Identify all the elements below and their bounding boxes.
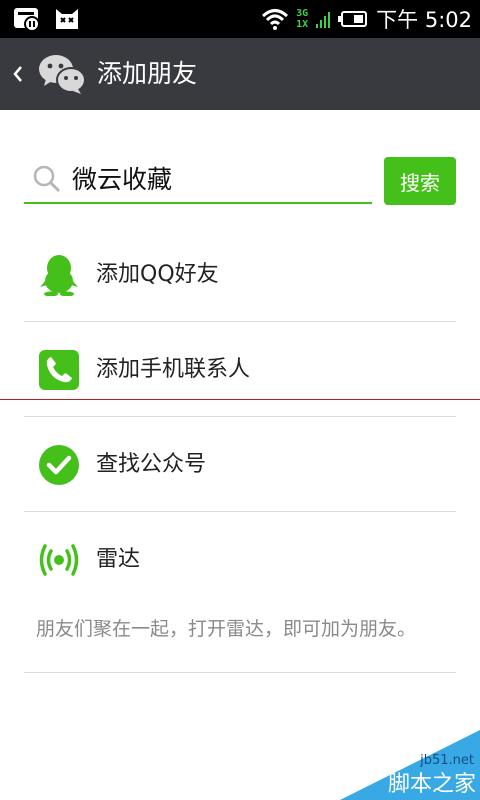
status-time: 下午 5:02: [376, 8, 472, 32]
radar-icon: [39, 544, 79, 576]
list-item-label: 查找公众号: [96, 452, 207, 477]
status-indicators: 3G 1X 下午 5:02: [262, 0, 472, 38]
network-type: 3G 1X: [296, 8, 308, 30]
list-item-label: 雷达: [96, 547, 141, 572]
search-button[interactable]: 搜索: [384, 157, 456, 205]
list-item-radar[interactable]: 雷达: [24, 513, 456, 607]
divider-line: [0, 399, 480, 400]
search-input[interactable]: [72, 158, 367, 198]
radar-hint: 朋友们聚在一起，打开雷达，即可加为朋友。: [24, 612, 456, 673]
status-bar: 3G 1X 下午 5:02: [0, 0, 480, 38]
network-type-top: 3G: [296, 8, 309, 19]
status-notifications: [12, 5, 80, 33]
page-title: 添加朋友: [97, 59, 198, 88]
wifi-icon: [262, 9, 289, 30]
list-item-add-phone-contacts[interactable]: 添加手机联系人: [24, 323, 456, 417]
chevron-left-icon[interactable]: [10, 62, 26, 86]
notification-app-icon: [14, 8, 40, 32]
list-item-add-qq-friend[interactable]: 添加QQ好友: [24, 228, 456, 322]
search-icon: [33, 165, 61, 193]
qq-penguin-icon: [40, 255, 78, 296]
battery-icon: [338, 11, 368, 27]
list-item-find-official-accounts[interactable]: 查找公众号: [24, 418, 456, 512]
title-bar: 添加朋友: [0, 38, 480, 110]
cat-app-icon: [56, 9, 78, 29]
wechat-logo-icon: [39, 55, 86, 94]
network-type-bottom: 1X: [296, 19, 309, 30]
phone-icon: [39, 350, 79, 390]
watermark: jb51.net 脚本之家: [340, 730, 480, 800]
check-circle-icon: [39, 445, 79, 485]
watermark-name: 脚本之家: [387, 772, 476, 797]
signal-icon: [316, 12, 331, 28]
list-item-label: 添加QQ好友: [96, 262, 219, 287]
search-field[interactable]: [24, 156, 372, 204]
list-item-label: 添加手机联系人: [96, 357, 251, 382]
